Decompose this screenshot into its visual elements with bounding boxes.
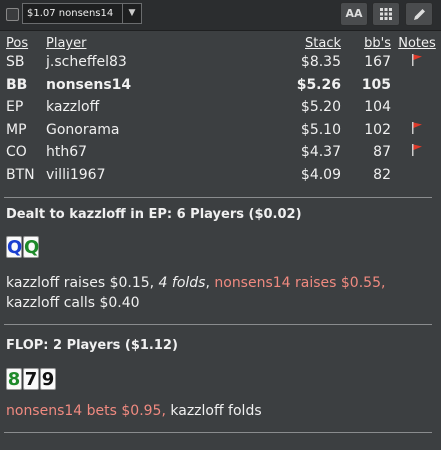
row-player: kazzloff <box>46 99 100 116</box>
pencil-icon <box>413 9 425 20</box>
hand-checkbox[interactable] <box>6 8 19 21</box>
card: 7 <box>23 368 39 390</box>
action-text: kazzloff folds <box>165 403 262 419</box>
players-table: Pos Player Stack bb's Notes SB j.scheffe… <box>0 36 441 186</box>
table-row[interactable]: CO hth67 $4.37 87 <box>0 141 441 164</box>
row-bbs: 104 <box>364 99 391 116</box>
grid-button[interactable] <box>372 2 400 26</box>
row-stack: $8.35 <box>300 54 341 71</box>
row-stack: $4.37 <box>300 144 341 161</box>
table-row[interactable]: BTN villi1967 $4.09 82 <box>0 164 441 187</box>
preflop-actions: kazzloff raises $0.15, 4 folds, nonsens1… <box>6 273 436 313</box>
row-notes[interactable] <box>393 119 441 142</box>
action-text-hero: nonsens14 bets $0.95, <box>6 403 166 419</box>
flag-icon[interactable] <box>410 54 424 67</box>
col-player-header[interactable]: Player <box>46 36 261 51</box>
card: Q <box>6 236 23 258</box>
row-player: villi1967 <box>46 166 106 183</box>
card: 8 <box>6 368 22 390</box>
row-stack: $5.26 <box>296 76 341 93</box>
action-text-folds: 4 folds <box>158 275 206 291</box>
row-bbs: 102 <box>364 121 391 138</box>
row-bbs: 87 <box>373 144 391 161</box>
row-bbs: 167 <box>364 54 391 71</box>
row-stack: $5.20 <box>300 99 341 116</box>
edit-button[interactable] <box>405 2 433 26</box>
table-row[interactable]: SB j.scheffel83 $8.35 167 <box>0 51 441 74</box>
font-size-button[interactable]: AA <box>340 2 368 26</box>
flop-actions: nonsens14 bets $0.95, kazzloff folds <box>6 401 436 421</box>
row-notes[interactable] <box>393 74 441 97</box>
table-header-row: Pos Player Stack bb's Notes <box>0 36 441 51</box>
row-bbs: 105 <box>361 76 391 93</box>
row-player: nonsens14 <box>46 76 132 93</box>
row-pos: SB <box>6 54 25 71</box>
grid-icon <box>380 8 392 20</box>
hand-select-value: $1.07 nonsens14 <box>27 8 114 19</box>
col-notes-header[interactable]: Notes <box>393 36 441 51</box>
chevron-down-icon[interactable]: ▼ <box>122 4 141 23</box>
row-notes[interactable] <box>393 96 441 119</box>
action-text: kazzloff calls $0.40 <box>6 295 140 311</box>
table-row[interactable]: MP Gonorama $5.10 102 <box>0 119 441 142</box>
row-notes[interactable] <box>393 164 441 187</box>
row-player: j.scheffel83 <box>46 54 127 71</box>
col-pos-header[interactable]: Pos <box>0 36 46 51</box>
row-stack: $5.10 <box>300 121 341 138</box>
row-pos: EP <box>6 99 24 116</box>
row-player: Gonorama <box>46 121 120 138</box>
divider <box>4 432 432 433</box>
divider <box>4 324 432 325</box>
hand-select[interactable]: $1.07 nonsens14 ▼ <box>22 3 142 24</box>
row-pos: CO <box>6 144 27 161</box>
col-stack-header[interactable]: Stack <box>261 36 341 51</box>
row-notes[interactable] <box>393 51 441 74</box>
card: 9 <box>40 368 56 390</box>
row-pos: MP <box>6 121 27 138</box>
row-player: hth67 <box>46 144 88 161</box>
col-bbs-header[interactable]: bb's <box>341 36 393 51</box>
font-size-icon: AA <box>345 7 363 20</box>
table-row[interactable]: EP kazzloff $5.20 104 <box>0 96 441 119</box>
divider <box>4 197 432 198</box>
flop-title: FLOP: 2 Players ($1.12) <box>6 338 178 353</box>
flag-icon[interactable] <box>410 144 424 157</box>
card: Q <box>23 236 40 258</box>
board-cards: 8 7 9 <box>6 368 56 390</box>
toolbar: $1.07 nonsens14 ▼ AA <box>0 0 441 31</box>
row-bbs: 82 <box>373 166 391 183</box>
row-pos: BTN <box>6 166 35 183</box>
row-notes[interactable] <box>393 141 441 164</box>
hole-cards: Q Q <box>6 236 39 258</box>
preflop-title: Dealt to kazzloff in EP: 6 Players ($0.0… <box>6 207 302 222</box>
action-text: kazzloff raises $0.15, <box>6 275 159 291</box>
table-row-hero[interactable]: BB nonsens14 $5.26 105 <box>0 74 441 97</box>
flag-icon[interactable] <box>410 121 424 134</box>
row-stack: $4.09 <box>300 166 341 183</box>
action-text-hero: nonsens14 raises $0.55, <box>214 275 386 291</box>
row-pos: BB <box>6 76 28 93</box>
